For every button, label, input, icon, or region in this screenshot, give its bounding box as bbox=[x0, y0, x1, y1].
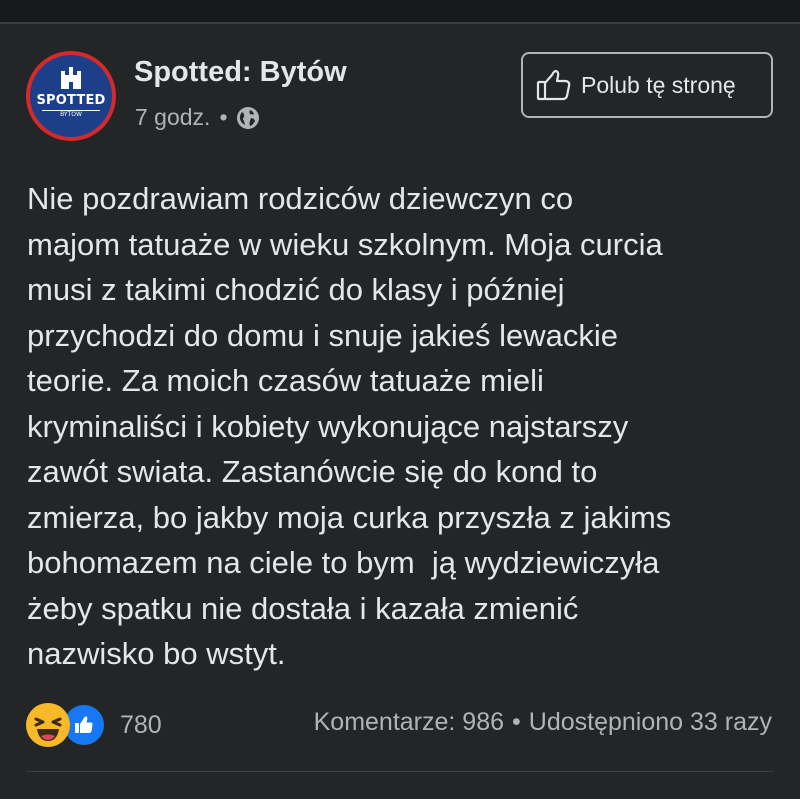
post-timestamp[interactable]: 7 godz. bbox=[135, 104, 210, 131]
actions-divider bbox=[27, 771, 773, 772]
reactions-summary[interactable]: 780 bbox=[26, 703, 162, 747]
castle-icon bbox=[61, 67, 81, 89]
post-body-text: Nie pozdrawiam rodziców dziewczyn co maj… bbox=[27, 181, 672, 671]
globe-icon[interactable] bbox=[236, 106, 260, 130]
thumbs-up-outline-icon bbox=[536, 69, 571, 101]
shares-count-link[interactable]: Udostępniono 33 razy bbox=[529, 708, 772, 736]
reaction-count: 780 bbox=[120, 710, 162, 739]
avatar-text: SPOTTED bbox=[36, 93, 106, 108]
avatar-subtext: BYTÓW bbox=[60, 111, 82, 118]
avatar-logo: SPOTTED BYTÓW bbox=[30, 55, 112, 137]
meta-separator: • bbox=[219, 104, 228, 130]
page-avatar[interactable]: SPOTTED BYTÓW bbox=[26, 51, 116, 141]
post-meta: 7 godz. • bbox=[135, 104, 260, 131]
haha-icon bbox=[26, 703, 70, 747]
like-page-label: Polub tę stronę bbox=[581, 71, 736, 98]
stats-separator: • bbox=[512, 708, 521, 736]
like-page-button[interactable]: Polub tę stronę bbox=[521, 52, 773, 118]
page-name-link[interactable]: Spotted: Bytów bbox=[134, 56, 347, 89]
post-stats: Komentarze: 986 • Udostępniono 33 razy bbox=[314, 708, 772, 737]
comments-count-link[interactable]: Komentarze: 986 bbox=[314, 708, 504, 736]
